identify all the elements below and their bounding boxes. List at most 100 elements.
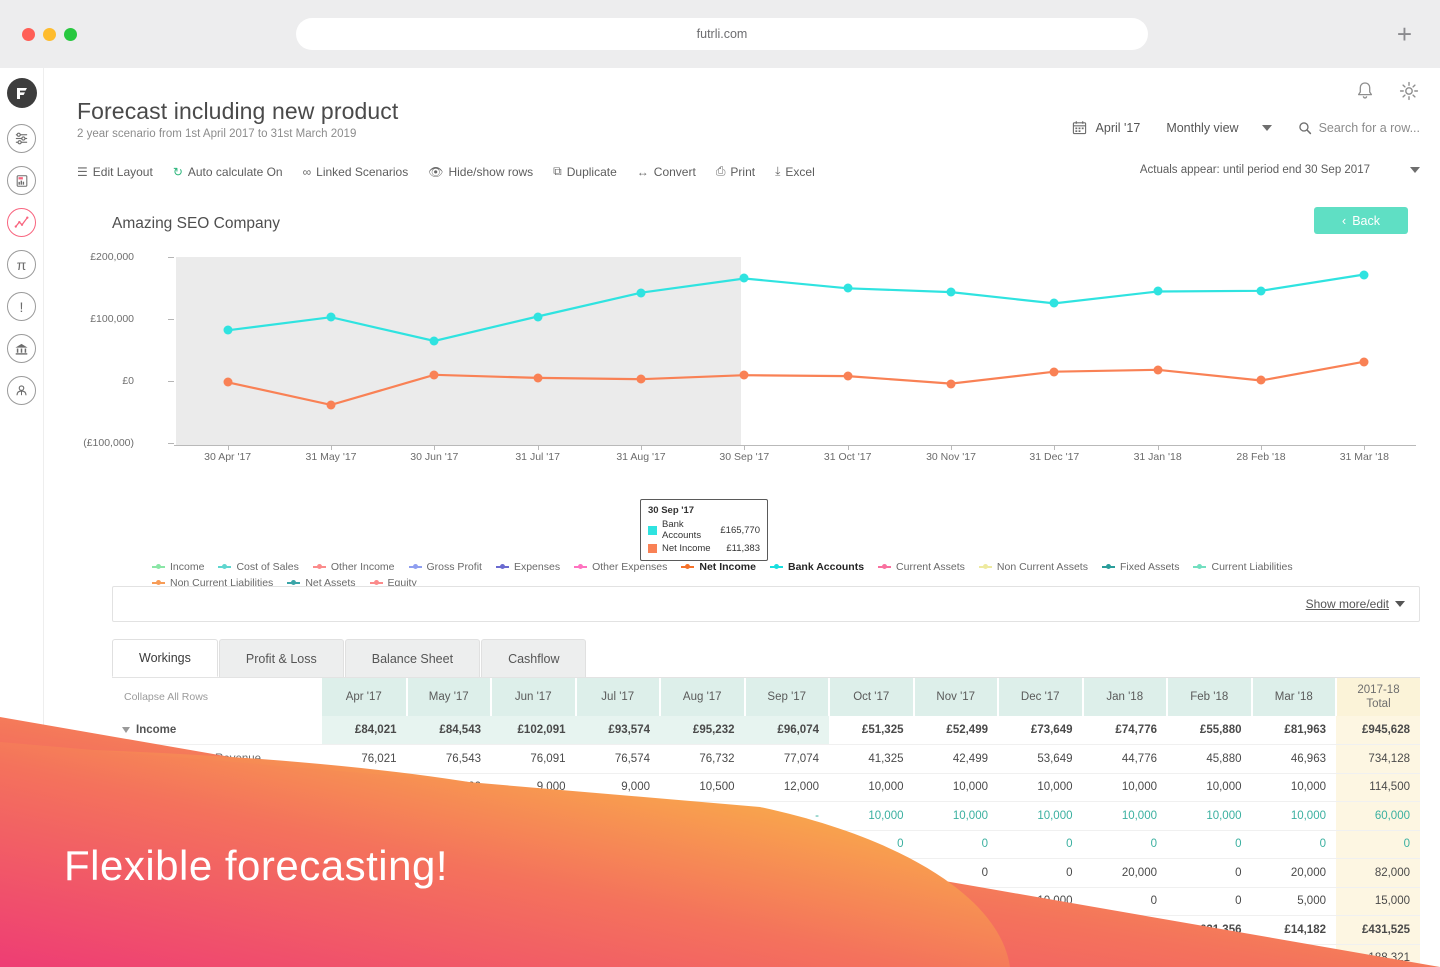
row-controls[interactable]: + — [290, 894, 312, 908]
add-row-icon[interactable]: + — [305, 951, 312, 965]
cell-8-5[interactable]: 19,886 — [744, 944, 829, 967]
cell-7-3[interactable]: £40,836 — [575, 915, 660, 945]
cell-2-4[interactable]: 10,500 — [660, 773, 745, 802]
cell-2-1[interactable]: 7,000 — [406, 773, 491, 802]
column-header-may--17[interactable]: May '17 — [406, 678, 492, 716]
cell-7-7[interactable]: £27,838 — [913, 915, 998, 945]
period-selector[interactable]: April '17 — [1072, 120, 1140, 135]
column-header-feb--18[interactable]: Feb '18 — [1167, 678, 1253, 716]
cell-4-2[interactable]: - — [491, 830, 576, 859]
cell-1-0[interactable]: 76,021 — [322, 744, 407, 774]
cell-6-8[interactable]: 10,000 — [998, 887, 1083, 916]
cell-8-4[interactable]: 19,767 — [660, 944, 745, 967]
cell-8-9[interactable]: 13,433 — [1082, 944, 1167, 967]
cell-5-8[interactable]: 0 — [998, 858, 1083, 888]
cell-5-6[interactable]: 0 — [829, 858, 914, 888]
row-expand-icon[interactable] — [290, 783, 297, 792]
new-tab-button[interactable]: + — [1397, 21, 1412, 47]
cell-5-10[interactable]: 0 — [1167, 858, 1252, 888]
collapse-triangle-icon[interactable] — [122, 926, 130, 933]
cell-6-3[interactable]: 0 — [575, 887, 660, 916]
column-header-apr--17[interactable]: Apr '17 — [322, 678, 408, 716]
tab-cashflow[interactable]: Cashflow — [481, 639, 587, 677]
row-controls[interactable]: + — [290, 780, 312, 794]
cell-3-3[interactable]: - — [575, 801, 660, 831]
cell-4-10[interactable]: 0 — [1167, 830, 1252, 859]
cell-3-10[interactable]: 10,000 — [1167, 801, 1252, 831]
maximize-window-button[interactable] — [64, 27, 77, 41]
search-input[interactable]: Search for a row... — [1298, 121, 1420, 135]
settings-gear-icon[interactable] — [1398, 80, 1420, 107]
cell-6-0[interactable]: 0 — [322, 887, 407, 916]
cell-4-11[interactable]: 0 — [1251, 830, 1336, 859]
cell-6-11[interactable]: 5,000 — [1251, 887, 1336, 916]
legend-item-net-income[interactable]: Net Income — [681, 561, 756, 573]
cell-total-0[interactable]: £945,628 — [1336, 716, 1420, 745]
cell-7-11[interactable]: £14,182 — [1251, 915, 1336, 945]
cell-1-6[interactable]: 41,325 — [829, 744, 914, 774]
column-header-dec--17[interactable]: Dec '17 — [998, 678, 1084, 716]
cell-3-5[interactable]: - — [744, 801, 829, 831]
cell-6-7[interactable]: 0 — [913, 887, 998, 916]
table-row[interactable]: Cost of Sales £40,806 £34,878 £41,072 £40,83… — [112, 915, 1420, 945]
cell-8-2[interactable]: 16,745 — [491, 944, 576, 967]
cell-1-2[interactable]: 76,091 — [491, 744, 576, 774]
actuals-chevron-down-icon[interactable] — [1410, 167, 1420, 173]
view-mode-selector[interactable]: Monthly view — [1166, 121, 1272, 135]
hide-show-rows-button[interactable]: 👁 Hide/show rows — [428, 165, 533, 179]
row-label-cell[interactable]: SEO Salaries + — [112, 944, 322, 967]
column-header-jul--17[interactable]: Jul '17 — [575, 678, 661, 716]
legend-item-expenses[interactable]: Expenses — [495, 561, 560, 573]
cell-5-3[interactable]: 8,000 — [575, 858, 660, 888]
cell-5-4[interactable]: 8,000 — [660, 858, 745, 888]
cell-total-7[interactable]: £431,525 — [1336, 915, 1420, 945]
cell-3-6[interactable]: 10,000 — [829, 801, 914, 831]
legend-item-fixed-assets[interactable]: Fixed Assets — [1101, 561, 1179, 573]
cell-1-4[interactable]: 76,732 — [660, 744, 745, 774]
cell-0-10[interactable]: £55,880 — [1167, 716, 1252, 745]
cell-7-4[interactable]: £41,820 — [660, 915, 745, 945]
legend-item-other-income[interactable]: Other Income — [312, 561, 395, 573]
cell-1-5[interactable]: 77,074 — [744, 744, 829, 774]
column-header-sep--17[interactable]: Sep '17 — [744, 678, 830, 716]
cell-6-9[interactable]: 0 — [1082, 887, 1167, 916]
forecast-table-container[interactable]: Collapse All Rows Apr '17 May '17 Jun '17 Ju… — [112, 677, 1420, 967]
column-header-mar--18[interactable]: Mar '18 — [1251, 678, 1337, 716]
row-expand-icon[interactable] — [290, 897, 297, 906]
cell-0-4[interactable]: £95,232 — [660, 716, 745, 745]
cell-6-5[interactable]: 0 — [744, 887, 829, 916]
collapse-all-rows-button[interactable]: Collapse All Rows — [112, 678, 322, 716]
cell-0-2[interactable]: £102,091 — [491, 716, 576, 745]
cell-2-6[interactable]: 10,000 — [829, 773, 914, 802]
table-row[interactable]: Deferred Revenue +7,000 7,000 9,000 9,000 10,… — [112, 773, 1420, 802]
expand-triangle-icon[interactable] — [150, 754, 156, 763]
cell-total-4[interactable]: 0 — [1336, 830, 1420, 859]
cell-total-6[interactable]: 15,000 — [1336, 887, 1420, 916]
add-row-icon[interactable]: + — [305, 780, 312, 794]
cell-2-2[interactable]: 9,000 — [491, 773, 576, 802]
futrli-logo-icon[interactable] — [6, 78, 37, 108]
expand-triangle-icon[interactable] — [150, 954, 156, 963]
cell-1-3[interactable]: 76,574 — [575, 744, 660, 774]
cell-4-9[interactable]: 0 — [1082, 830, 1167, 859]
cell-7-9[interactable]: £31,023 — [1082, 915, 1167, 945]
column-header-aug--17[interactable]: Aug '17 — [660, 678, 746, 716]
cell-0-9[interactable]: £74,776 — [1082, 716, 1167, 745]
cell-2-5[interactable]: 12,000 — [744, 773, 829, 802]
cell-3-7[interactable]: 10,000 — [913, 801, 998, 831]
cell-7-10[interactable]: £31,356 — [1167, 915, 1252, 945]
cell-2-8[interactable]: 10,000 — [998, 773, 1083, 802]
cell-0-7[interactable]: £52,499 — [913, 716, 998, 745]
table-row[interactable]: Deferred Revenue forecast (Fore... ∅ - - - - -… — [112, 801, 1420, 831]
legend-item-cost-of-sales[interactable]: Cost of Sales — [218, 561, 299, 573]
edit-layout-button[interactable]: ☰ Edit Layout — [77, 165, 153, 179]
sidebar-item-report-pdf[interactable] — [7, 166, 36, 195]
back-button[interactable]: ‹ Back — [1314, 207, 1408, 234]
cell-1-8[interactable]: 53,649 — [998, 744, 1083, 774]
cell-6-2[interactable]: 0 — [491, 887, 576, 916]
column-header-jan--18[interactable]: Jan '18 — [1082, 678, 1168, 716]
window-traffic-lights[interactable] — [22, 27, 77, 41]
auto-calculate-button[interactable]: ↻ Auto calculate On — [173, 165, 283, 179]
cell-7-1[interactable]: £34,878 — [406, 915, 491, 945]
cell-5-9[interactable]: 20,000 — [1082, 858, 1167, 888]
